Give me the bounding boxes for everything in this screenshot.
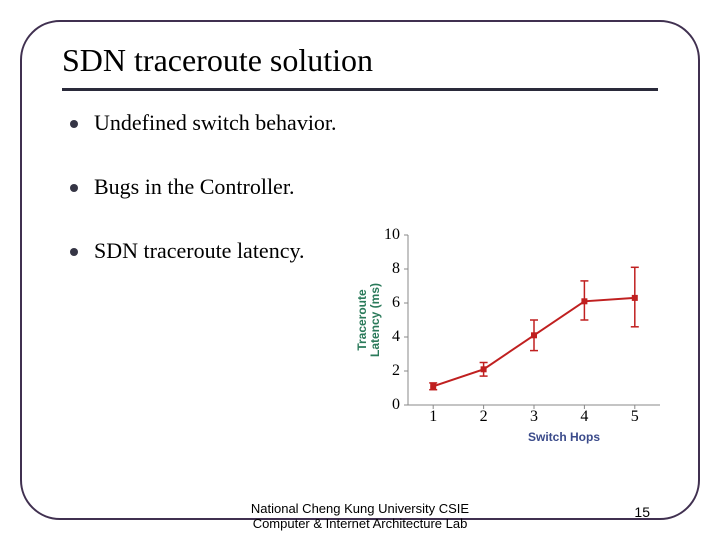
svg-text:2: 2 xyxy=(480,408,488,425)
svg-text:4: 4 xyxy=(580,408,588,425)
bullet-icon xyxy=(70,248,78,256)
svg-text:8: 8 xyxy=(392,260,400,277)
page-title: SDN traceroute solution xyxy=(62,42,373,79)
list-item: Bugs in the Controller. xyxy=(70,174,337,200)
title-underline xyxy=(62,88,658,91)
bullet-icon xyxy=(70,184,78,192)
list-item: Undefined switch behavior. xyxy=(70,110,337,136)
list-item-label: SDN traceroute latency. xyxy=(94,238,305,264)
svg-text:1: 1 xyxy=(429,408,437,425)
svg-text:3: 3 xyxy=(530,408,538,425)
svg-text:4: 4 xyxy=(392,328,400,345)
latency-chart: 024681012345TracerouteLatency (ms)Switch… xyxy=(350,225,670,455)
svg-text:Latency (ms): Latency (ms) xyxy=(368,283,382,357)
list-item-label: Undefined switch behavior. xyxy=(94,110,337,136)
page-number: 15 xyxy=(634,504,650,520)
list-item-label: Bugs in the Controller. xyxy=(94,174,294,200)
list-item: SDN traceroute latency. xyxy=(70,238,337,264)
svg-text:0: 0 xyxy=(392,396,400,413)
footer-line: National Cheng Kung University CSIE xyxy=(0,501,720,517)
svg-text:10: 10 xyxy=(384,226,400,243)
bullet-icon xyxy=(70,120,78,128)
footer: National Cheng Kung University CSIE Comp… xyxy=(0,501,720,532)
svg-text:5: 5 xyxy=(631,408,639,425)
svg-text:Switch Hops: Switch Hops xyxy=(528,430,600,444)
svg-text:Traceroute: Traceroute xyxy=(355,289,369,351)
svg-text:6: 6 xyxy=(392,294,400,311)
svg-text:2: 2 xyxy=(392,362,400,379)
slide: SDN traceroute solution Undefined switch… xyxy=(0,0,720,540)
footer-line: Computer & Internet Architecture Lab xyxy=(0,516,720,532)
bullet-list: Undefined switch behavior. Bugs in the C… xyxy=(70,110,337,302)
